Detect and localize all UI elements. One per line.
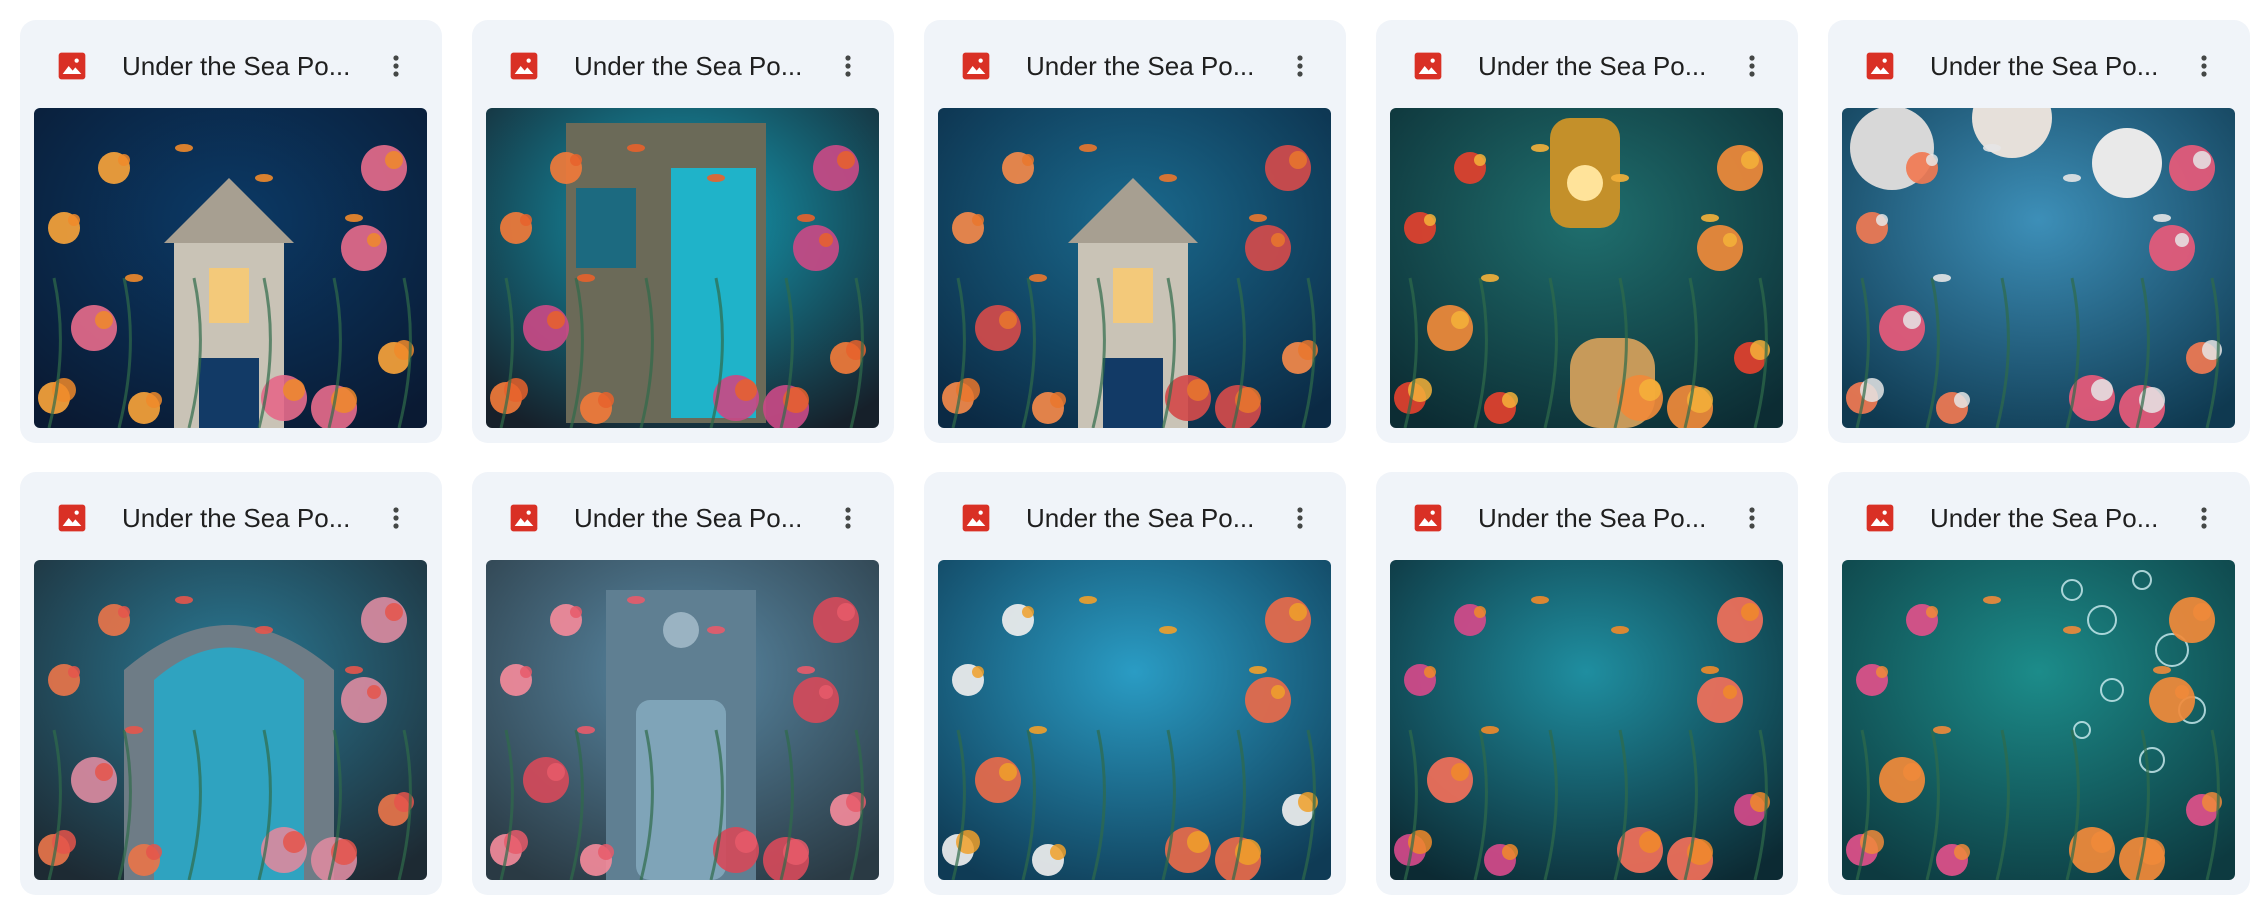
card-header: Under the Sea Po... bbox=[1828, 20, 2250, 108]
more-options-button[interactable] bbox=[376, 498, 416, 538]
image-file-icon bbox=[1864, 50, 1896, 82]
more-vert-icon bbox=[393, 507, 399, 529]
more-options-button[interactable] bbox=[1280, 498, 1320, 538]
image-thumbnail[interactable] bbox=[486, 560, 879, 880]
file-card[interactable]: Under the Sea Po... bbox=[1828, 472, 2250, 895]
file-title[interactable]: Under the Sea Po... bbox=[574, 48, 822, 84]
thumbnail-sea-house-flowers bbox=[34, 108, 427, 428]
more-vert-icon bbox=[393, 55, 399, 77]
thumbnail-sea-lantern-chair bbox=[1390, 108, 1783, 428]
more-options-button[interactable] bbox=[2184, 46, 2224, 86]
file-title[interactable]: Under the Sea Po... bbox=[1026, 48, 1274, 84]
file-title[interactable]: Under the Sea Po... bbox=[1026, 500, 1274, 536]
card-header: Under the Sea Po... bbox=[20, 20, 442, 108]
more-options-button[interactable] bbox=[828, 46, 868, 86]
more-options-button[interactable] bbox=[1732, 498, 1772, 538]
thumbnail-sea-open-water bbox=[938, 560, 1331, 880]
more-vert-icon bbox=[1297, 55, 1303, 77]
more-vert-icon bbox=[1297, 507, 1303, 529]
image-file-icon bbox=[56, 502, 88, 534]
file-card[interactable]: Under the Sea Po... bbox=[1376, 20, 1798, 443]
image-thumbnail[interactable] bbox=[1390, 108, 1783, 428]
image-thumbnail[interactable] bbox=[34, 560, 427, 880]
more-options-button[interactable] bbox=[2184, 498, 2224, 538]
file-title[interactable]: Under the Sea Po... bbox=[122, 48, 370, 84]
more-options-button[interactable] bbox=[376, 46, 416, 86]
image-file-icon bbox=[508, 502, 540, 534]
card-header: Under the Sea Po... bbox=[20, 472, 442, 560]
file-card[interactable]: Under the Sea Po... bbox=[472, 472, 894, 895]
image-thumbnail[interactable] bbox=[1390, 560, 1783, 880]
thumbnail-sea-balloons-coral bbox=[1842, 108, 2235, 428]
image-thumbnail[interactable] bbox=[486, 108, 879, 428]
thumbnail-sea-gothic-house-fish bbox=[938, 108, 1331, 428]
file-title[interactable]: Under the Sea Po... bbox=[1930, 48, 2178, 84]
image-thumbnail[interactable] bbox=[34, 108, 427, 428]
file-title[interactable]: Under the Sea Po... bbox=[1478, 48, 1726, 84]
image-thumbnail[interactable] bbox=[1842, 108, 2235, 428]
file-card[interactable]: Under the Sea Po... bbox=[20, 472, 442, 895]
thumbnail-sea-bubbles-coral bbox=[1842, 560, 2235, 880]
image-thumbnail[interactable] bbox=[938, 560, 1331, 880]
more-vert-icon bbox=[845, 55, 851, 77]
image-file-icon bbox=[1412, 502, 1444, 534]
thumbnail-sea-blue-door-roses bbox=[486, 560, 879, 880]
card-header: Under the Sea Po... bbox=[1376, 20, 1798, 108]
more-options-button[interactable] bbox=[1732, 46, 1772, 86]
file-card[interactable]: Under the Sea Po... bbox=[924, 472, 1346, 895]
file-card[interactable]: Under the Sea Po... bbox=[1376, 472, 1798, 895]
image-file-icon bbox=[508, 50, 540, 82]
card-header: Under the Sea Po... bbox=[472, 20, 894, 108]
image-thumbnail[interactable] bbox=[938, 108, 1331, 428]
card-header: Under the Sea Po... bbox=[924, 20, 1346, 108]
more-vert-icon bbox=[1749, 55, 1755, 77]
thumbnail-sea-reef-fish bbox=[1390, 560, 1783, 880]
thumbnail-sea-window-door bbox=[486, 108, 879, 428]
file-title[interactable]: Under the Sea Po... bbox=[574, 500, 822, 536]
file-title[interactable]: Under the Sea Po... bbox=[1930, 500, 2178, 536]
card-header: Under the Sea Po... bbox=[472, 472, 894, 560]
image-file-icon bbox=[1864, 502, 1896, 534]
card-header: Under the Sea Po... bbox=[1828, 472, 2250, 560]
more-vert-icon bbox=[2201, 507, 2207, 529]
more-vert-icon bbox=[1749, 507, 1755, 529]
card-header: Under the Sea Po... bbox=[924, 472, 1346, 560]
image-file-icon bbox=[56, 50, 88, 82]
more-vert-icon bbox=[845, 507, 851, 529]
image-file-icon bbox=[960, 50, 992, 82]
file-card[interactable]: Under the Sea Po... bbox=[924, 20, 1346, 443]
image-thumbnail[interactable] bbox=[1842, 560, 2235, 880]
image-file-icon bbox=[960, 502, 992, 534]
file-card[interactable]: Under the Sea Po... bbox=[1828, 20, 2250, 443]
file-title[interactable]: Under the Sea Po... bbox=[122, 500, 370, 536]
more-options-button[interactable] bbox=[1280, 46, 1320, 86]
card-header: Under the Sea Po... bbox=[1376, 472, 1798, 560]
file-card[interactable]: Under the Sea Po... bbox=[472, 20, 894, 443]
more-vert-icon bbox=[2201, 55, 2207, 77]
file-grid: Under the Sea Po... Under the Sea Po... Un… bbox=[0, 0, 2268, 904]
more-options-button[interactable] bbox=[828, 498, 868, 538]
image-file-icon bbox=[1412, 50, 1444, 82]
thumbnail-sea-arched-window bbox=[34, 560, 427, 880]
file-card[interactable]: Under the Sea Po... bbox=[20, 20, 442, 443]
file-title[interactable]: Under the Sea Po... bbox=[1478, 500, 1726, 536]
